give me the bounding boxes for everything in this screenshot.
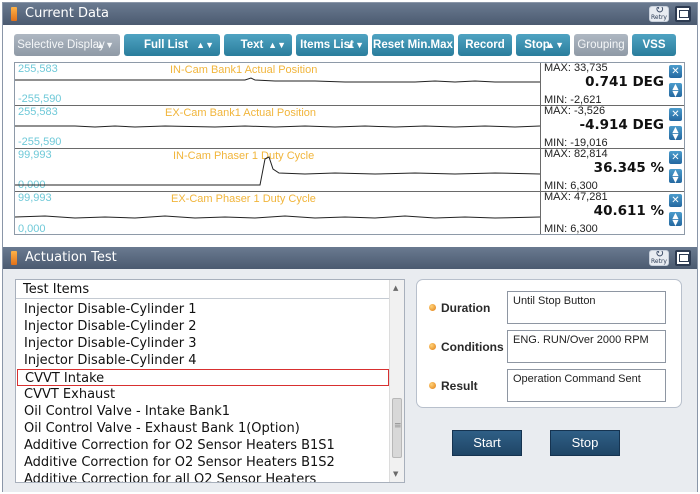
conditions-label-text: Conditions bbox=[441, 340, 504, 354]
list-item[interactable]: Additive Correction for O2 Sensor Heater… bbox=[16, 437, 390, 454]
current-value: 40.611 % bbox=[593, 203, 664, 219]
start-button[interactable]: Start bbox=[452, 430, 522, 456]
window-toggle-icon[interactable] bbox=[675, 6, 691, 22]
list-item[interactable]: CVVT Exhaust bbox=[16, 386, 390, 403]
record-button[interactable]: Record bbox=[458, 34, 512, 56]
list-item[interactable]: Additive Correction for O2 Sensor Heater… bbox=[16, 454, 390, 471]
selective-display-label: Selective Display bbox=[17, 39, 105, 51]
scroll-thumb[interactable] bbox=[392, 398, 402, 458]
bullet-icon bbox=[429, 304, 436, 311]
bullet-icon bbox=[429, 343, 436, 350]
grouping-button[interactable]: Grouping bbox=[574, 34, 628, 56]
result-field: Operation Command Sent bbox=[507, 369, 666, 402]
signal-trace bbox=[15, 156, 540, 186]
min-value: MIN: 6,300 bbox=[544, 223, 598, 235]
move-updown-icon[interactable]: ▲ ▼ bbox=[669, 169, 682, 184]
items-list-button[interactable]: Items List ▲▼ bbox=[296, 34, 368, 56]
window-toggle-icon[interactable] bbox=[675, 250, 691, 266]
duration-label: Duration bbox=[429, 301, 490, 315]
full-list-button[interactable]: Full List ▲▼ bbox=[124, 34, 220, 56]
row-controls: ✕ ▲ ▼ bbox=[669, 194, 683, 227]
spinner-icon: ▲▼ bbox=[546, 40, 564, 50]
spinner-icon: ▲▼ bbox=[196, 40, 214, 50]
scroll-up-icon[interactable]: ▲ bbox=[393, 284, 398, 292]
list-item[interactable]: Injector Disable-Cylinder 2 bbox=[16, 318, 390, 335]
section-marker-icon bbox=[11, 7, 17, 21]
data-row[interactable]: 255,583 -255,590 IN-Cam Bank1 Actual Pos… bbox=[15, 62, 684, 106]
full-list-label: Full List bbox=[143, 39, 189, 51]
max-value: MAX: 47,281 bbox=[544, 191, 608, 203]
row-controls: ✕ ▲ ▼ bbox=[669, 151, 683, 184]
duration-field: Until Stop Button bbox=[507, 291, 666, 324]
value-box: MAX: 33,735 0.741 DEG MIN: -2,621 bbox=[540, 62, 668, 106]
text-mode-button[interactable]: Text ▲▼ bbox=[224, 34, 292, 56]
actuation-test-titlebar: Actuation Test Retry bbox=[3, 247, 697, 269]
signal-trace bbox=[15, 125, 540, 128]
list-header: Test Items bbox=[16, 280, 390, 299]
vss-button[interactable]: VSS bbox=[632, 34, 676, 56]
max-value: MAX: 33,735 bbox=[544, 62, 608, 74]
close-icon[interactable]: ✕ bbox=[669, 151, 682, 164]
data-row[interactable]: 255,583 -255,590 EX-Cam Bank1 Actual Pos… bbox=[15, 105, 684, 149]
current-data-title: Current Data bbox=[25, 6, 109, 21]
row-controls: ✕ ▲ ▼ bbox=[669, 65, 683, 98]
data-row[interactable]: 99,993 0,000 IN-Cam Phaser 1 Duty Cycle … bbox=[15, 148, 684, 192]
result-label: Result bbox=[429, 379, 478, 393]
move-updown-icon[interactable]: ▲ ▼ bbox=[669, 126, 682, 141]
list-item[interactable]: Injector Disable-Cylinder 3 bbox=[16, 335, 390, 352]
close-icon[interactable]: ✕ bbox=[669, 108, 682, 121]
move-updown-icon[interactable]: ▲ ▼ bbox=[669, 212, 682, 227]
move-updown-icon[interactable]: ▲ ▼ bbox=[669, 83, 682, 98]
data-row[interactable]: 99,993 0,000 EX-Cam Phaser 1 Duty Cycle … bbox=[15, 191, 684, 235]
list-item[interactable]: Oil Control Valve - Exhaust Bank 1(Optio… bbox=[16, 420, 390, 437]
list-item[interactable]: Injector Disable-Cylinder 4 bbox=[16, 352, 390, 369]
conditions-label: Conditions bbox=[429, 340, 504, 354]
value-box: MAX: 82,814 36.345 % MIN: 6,300 bbox=[540, 148, 668, 192]
selective-display-button[interactable]: Selective Display ▲▼ bbox=[14, 34, 120, 56]
test-info-panel: Duration Until Stop Button Conditions EN… bbox=[416, 279, 682, 408]
actuation-test-title: Actuation Test bbox=[25, 250, 117, 265]
close-icon[interactable]: ✕ bbox=[669, 65, 682, 78]
list-item[interactable]: Additive Correction for all O2 Sensor He… bbox=[16, 471, 390, 482]
retry-icon[interactable]: Retry bbox=[649, 250, 669, 266]
value-box: MAX: 47,281 40.611 % MIN: 6,300 bbox=[540, 191, 668, 235]
list-item[interactable]: Oil Control Valve - Intake Bank1 bbox=[16, 403, 390, 420]
section-marker-icon bbox=[11, 251, 17, 265]
scroll-down-icon[interactable]: ▼ bbox=[393, 470, 398, 478]
value-box: MAX: -3,526 -4.914 DEG MIN: -19,016 bbox=[540, 105, 668, 149]
current-value: -4.914 DEG bbox=[579, 117, 664, 133]
spinner-icon: ▲▼ bbox=[346, 40, 364, 50]
list-item-selected[interactable]: CVVT Intake bbox=[17, 369, 389, 386]
test-items-list: Test Items Injector Disable-Cylinder 1 I… bbox=[15, 279, 405, 483]
conditions-field: ENG. RUN/Over 2000 RPM bbox=[507, 330, 666, 363]
list-scrollbar[interactable]: ▲ ▼ bbox=[389, 280, 404, 482]
close-icon[interactable]: ✕ bbox=[669, 194, 682, 207]
spinner-icon: ▲▼ bbox=[96, 40, 114, 50]
current-value: 0.741 DEG bbox=[585, 74, 664, 90]
max-value: MAX: -3,526 bbox=[544, 105, 606, 117]
retry-icon[interactable]: Retry bbox=[649, 6, 669, 22]
current-value: 36.345 % bbox=[593, 160, 664, 176]
reset-min-max-button[interactable]: Reset Min.Max bbox=[372, 34, 454, 56]
duration-label-text: Duration bbox=[441, 301, 491, 315]
stop-button[interactable]: Stop ▲▼ bbox=[516, 34, 570, 56]
row-controls: ✕ ▲ ▼ bbox=[669, 108, 683, 141]
current-data-titlebar: Current Data Retry bbox=[3, 3, 697, 25]
stop-test-button[interactable]: Stop bbox=[550, 430, 620, 456]
signal-trace bbox=[15, 77, 540, 83]
graph-area: 255,583 -255,590 IN-Cam Bank1 Actual Pos… bbox=[14, 62, 685, 235]
result-label-text: Result bbox=[441, 379, 478, 393]
spinner-icon: ▲▼ bbox=[268, 40, 286, 50]
signal-trace bbox=[15, 215, 540, 219]
bullet-icon bbox=[429, 382, 436, 389]
text-mode-label: Text bbox=[240, 39, 264, 51]
max-value: MAX: 82,814 bbox=[544, 148, 608, 160]
list-item[interactable]: Injector Disable-Cylinder 1 bbox=[16, 301, 390, 318]
